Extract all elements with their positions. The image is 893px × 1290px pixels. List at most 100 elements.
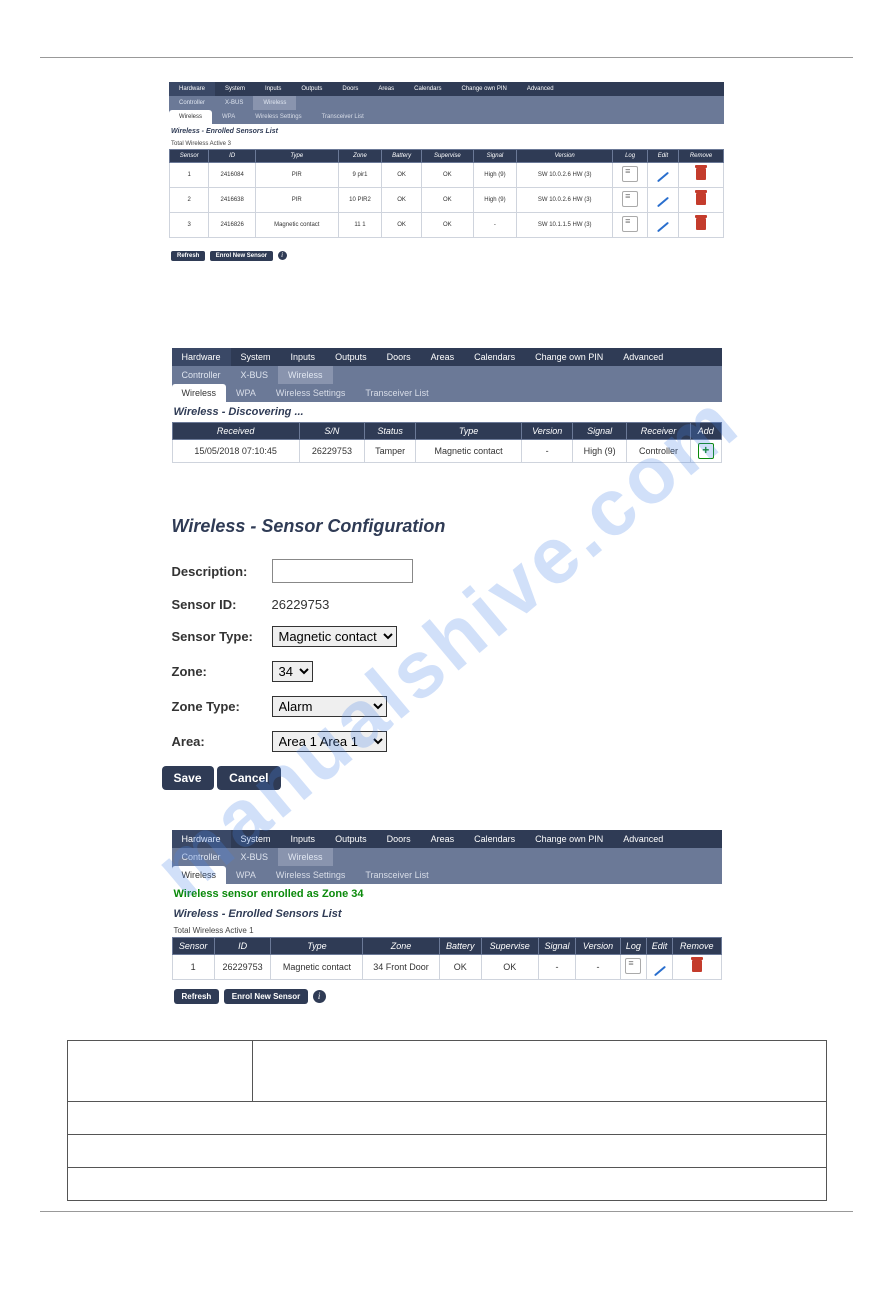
table-row: 12416084PIR9 pir1OKOKHigh (9)SW 10.0.2.6… <box>170 163 724 188</box>
nav-tab-inputs[interactable]: Inputs <box>255 82 291 96</box>
enrol-new-sensor-button[interactable]: Enrol New Sensor <box>224 989 308 1004</box>
nav-tab-areas[interactable]: Areas <box>421 830 465 848</box>
cancel-button[interactable]: Cancel <box>217 766 280 790</box>
refresh-button[interactable]: Refresh <box>171 251 205 261</box>
nav-tab-inputs[interactable]: Inputs <box>281 348 326 366</box>
nav-tab-advanced[interactable]: Advanced <box>613 348 673 366</box>
zone-select[interactable]: 34 <box>272 661 313 682</box>
subtab-wpa[interactable]: WPA <box>226 866 266 884</box>
log-icon[interactable] <box>622 191 638 207</box>
nav-tab-controller[interactable]: Controller <box>172 366 231 384</box>
nav-tab-wireless[interactable]: Wireless <box>278 848 333 866</box>
header-right: 17 <box>842 40 853 51</box>
nav-tab-x-bus[interactable]: X-BUS <box>231 366 279 384</box>
zone-type-select[interactable]: Alarm <box>272 696 387 717</box>
nav-tab-areas[interactable]: Areas <box>368 82 404 96</box>
label-zone: Zone: <box>172 664 272 679</box>
cell-received: 15/05/2018 07:10:45 <box>172 440 299 463</box>
doc-step-2: When a sensor is activated, it appears i… <box>67 1135 826 1168</box>
label-sensor-id: Sensor ID: <box>172 597 272 612</box>
value-sensor-id: 26229753 <box>272 597 330 612</box>
sensor-type-select[interactable]: Magnetic contact <box>272 626 397 647</box>
doc-step-1: 1. Activate a sensor. See pg.1 for infor… <box>67 1102 826 1135</box>
refresh-button[interactable]: Refresh <box>174 989 220 1004</box>
nav-tab-outputs[interactable]: Outputs <box>291 82 332 96</box>
sensors-table-4: SensorIDTypeZoneBatterySuperviseSignalVe… <box>172 937 722 980</box>
nav-tab-advanced[interactable]: Advanced <box>517 82 564 96</box>
trash-icon[interactable] <box>696 193 706 205</box>
subtab-wpa[interactable]: WPA <box>212 110 245 124</box>
nav-tab-controller[interactable]: Controller <box>172 848 231 866</box>
table-row: 22416638PIR10 PIR2OKOKHigh (9)SW 10.0.2.… <box>170 188 724 213</box>
cell-add[interactable]: + <box>690 440 721 463</box>
cell-receiver: Controller <box>627 440 691 463</box>
edit-icon[interactable] <box>653 966 665 977</box>
nav-tab-outputs[interactable]: Outputs <box>325 348 377 366</box>
subtab-wireless-settings[interactable]: Wireless Settings <box>266 866 356 884</box>
nav-tab-x-bus[interactable]: X-BUS <box>215 96 253 110</box>
enrolled-message: Wireless sensor enrolled as Zone 34 <box>172 884 722 904</box>
nav-tab-x-bus[interactable]: X-BUS <box>231 848 279 866</box>
nav-tab-change-own-pin[interactable]: Change own PIN <box>451 82 516 96</box>
subtab-wpa[interactable]: WPA <box>226 384 266 402</box>
trash-icon[interactable] <box>692 960 702 972</box>
nav-tab-calendars[interactable]: Calendars <box>464 830 525 848</box>
edit-icon[interactable] <box>657 197 669 208</box>
log-icon[interactable] <box>622 216 638 232</box>
subtab-wireless[interactable]: Wireless <box>172 384 227 402</box>
nav-tab-wireless[interactable]: Wireless <box>278 366 333 384</box>
nav-tab-system[interactable]: System <box>231 830 281 848</box>
nav-tab-wireless[interactable]: Wireless <box>253 96 296 110</box>
subtab-transceiver-list[interactable]: Transceiver List <box>355 384 438 402</box>
nav-tab-hardware[interactable]: Hardware <box>172 348 231 366</box>
nav-tab-hardware[interactable]: Hardware <box>169 82 215 96</box>
nav-tab-doors[interactable]: Doors <box>377 830 421 848</box>
cell-sn: 26229753 <box>299 440 364 463</box>
log-icon[interactable] <box>625 958 641 974</box>
enrol-new-sensor-button[interactable]: Enrol New Sensor <box>210 251 273 261</box>
counter-1: Total Wireless Active 3 <box>169 139 724 149</box>
subtab-wireless[interactable]: Wireless <box>169 110 212 124</box>
edit-icon[interactable] <box>657 172 669 183</box>
subtab-wireless[interactable]: Wireless <box>172 866 227 884</box>
save-button[interactable]: Save <box>162 766 214 790</box>
nav-tab-change-own-pin[interactable]: Change own PIN <box>525 348 613 366</box>
nav-tab-doors[interactable]: Doors <box>377 348 421 366</box>
edit-icon[interactable] <box>657 222 669 233</box>
nav-tab-change-own-pin[interactable]: Change own PIN <box>525 830 613 848</box>
nav-tab-system[interactable]: System <box>215 82 255 96</box>
nav-tab-outputs[interactable]: Outputs <box>325 830 377 848</box>
header-left: Engineer programming via the browser <box>40 40 212 51</box>
subtab-wireless-settings[interactable]: Wireless Settings <box>245 110 311 124</box>
label-zone-type: Zone Type: <box>172 699 272 714</box>
section-title-2: Wireless - Discovering ... <box>172 402 722 422</box>
remove-cell[interactable] <box>672 955 721 980</box>
sensors-table-1: SensorIDTypeZoneBatterySuperviseSignalVe… <box>169 149 724 238</box>
log-cell[interactable] <box>620 955 646 980</box>
trash-icon[interactable] <box>696 218 706 230</box>
screenshot-enrolled-list-bottom: HardwareSystemInputsOutputsDoorsAreasCal… <box>172 830 722 1010</box>
label-area: Area: <box>172 734 272 749</box>
nav-tab-doors[interactable]: Doors <box>332 82 368 96</box>
nav-tab-controller[interactable]: Controller <box>169 96 215 110</box>
nav-tab-areas[interactable]: Areas <box>421 348 465 366</box>
subtab-transceiver-list[interactable]: Transceiver List <box>355 866 438 884</box>
description-input[interactable] <box>272 559 413 583</box>
nav-tab-inputs[interactable]: Inputs <box>281 830 326 848</box>
info-icon[interactable]: i <box>278 251 287 260</box>
nav-tab-advanced[interactable]: Advanced <box>613 830 673 848</box>
area-select[interactable]: Area 1 Area 1 <box>272 731 387 752</box>
cell-type: Magnetic contact <box>416 440 522 463</box>
subtab-wireless-settings[interactable]: Wireless Settings <box>266 384 356 402</box>
info-icon[interactable]: i <box>313 990 326 1003</box>
nav-tab-calendars[interactable]: Calendars <box>464 348 525 366</box>
edit-cell[interactable] <box>647 955 673 980</box>
nav-tab-calendars[interactable]: Calendars <box>404 82 451 96</box>
doc-steps-table: Discover a sensor To discover a sensor: … <box>67 1040 827 1201</box>
add-icon[interactable]: + <box>698 443 714 459</box>
nav-tab-hardware[interactable]: Hardware <box>172 830 231 848</box>
log-icon[interactable] <box>622 166 638 182</box>
nav-tab-system[interactable]: System <box>231 348 281 366</box>
subtab-transceiver-list[interactable]: Transceiver List <box>312 110 374 124</box>
trash-icon[interactable] <box>696 168 706 180</box>
